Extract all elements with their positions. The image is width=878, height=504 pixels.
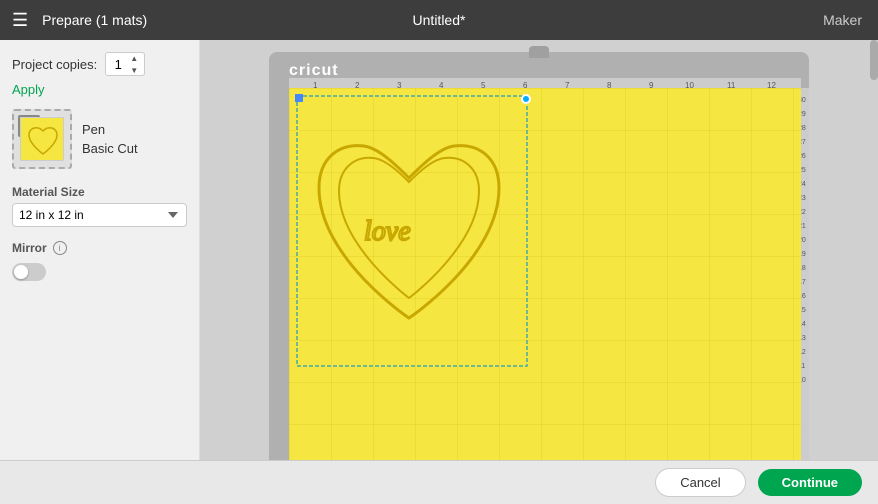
handle-dot-tr[interactable] — [521, 94, 531, 104]
apply-button[interactable]: Apply — [12, 82, 45, 97]
menu-icon[interactable]: ☰ — [12, 10, 28, 31]
scrollbar-track[interactable] — [870, 40, 878, 504]
mat-line2: Basic Cut — [82, 139, 138, 159]
project-copies-label: Project copies: — [12, 57, 97, 72]
mat-top-pin — [529, 46, 549, 58]
copies-arrows: ▲ ▼ — [130, 53, 138, 75]
cancel-button[interactable]: Cancel — [655, 468, 745, 497]
header: ☰ Prepare (1 mats) Untitled* Maker — [0, 0, 878, 40]
material-size-select[interactable]: 12 in x 12 in — [12, 203, 187, 227]
mat-item: 1 Pen Basic Cut — [12, 109, 187, 169]
cricut-mat: cricut 1 2 3 4 5 6 7 8 9 10 11 12 — [269, 52, 809, 472]
mat-inner: love — [289, 88, 801, 464]
material-size-label: Material Size — [12, 185, 187, 199]
document-title: Untitled* — [413, 12, 466, 28]
mat-thumb-svg — [21, 118, 65, 162]
continue-button[interactable]: Continue — [758, 469, 862, 496]
svg-text:love: love — [364, 216, 411, 247]
header-title: Prepare (1 mats) — [42, 12, 147, 28]
material-section: Material Size 12 in x 12 in — [12, 185, 187, 227]
handle-dot-tl[interactable] — [295, 94, 303, 102]
mat-thumbnail: 1 — [12, 109, 72, 169]
mirror-toggle[interactable] — [12, 263, 46, 281]
main-layout: Project copies: ▲ ▼ Apply 1 — [0, 40, 878, 504]
project-copies-row: Project copies: ▲ ▼ — [12, 52, 187, 76]
toggle-knob — [14, 265, 28, 279]
mat-line1: Pen — [82, 120, 138, 140]
canvas-area: cricut 1 2 3 4 5 6 7 8 9 10 11 12 — [200, 40, 878, 504]
mirror-label: Mirror — [12, 241, 47, 255]
sidebar: Project copies: ▲ ▼ Apply 1 — [0, 40, 200, 504]
mat-thumb-inner — [20, 117, 64, 161]
mirror-info-icon[interactable]: i — [53, 241, 67, 255]
bottom-bar: Cancel Continue — [0, 460, 878, 504]
mat-design-svg: love — [289, 88, 801, 464]
scrollbar-thumb[interactable] — [870, 40, 878, 80]
copies-input-wrap: ▲ ▼ — [105, 52, 145, 76]
copies-up-button[interactable]: ▲ — [130, 53, 138, 65]
mirror-row: Mirror i — [12, 241, 187, 255]
copies-down-button[interactable]: ▼ — [130, 65, 138, 77]
copies-input[interactable] — [106, 57, 130, 72]
mat-info: Pen Basic Cut — [82, 120, 138, 159]
maker-label: Maker — [823, 12, 862, 28]
